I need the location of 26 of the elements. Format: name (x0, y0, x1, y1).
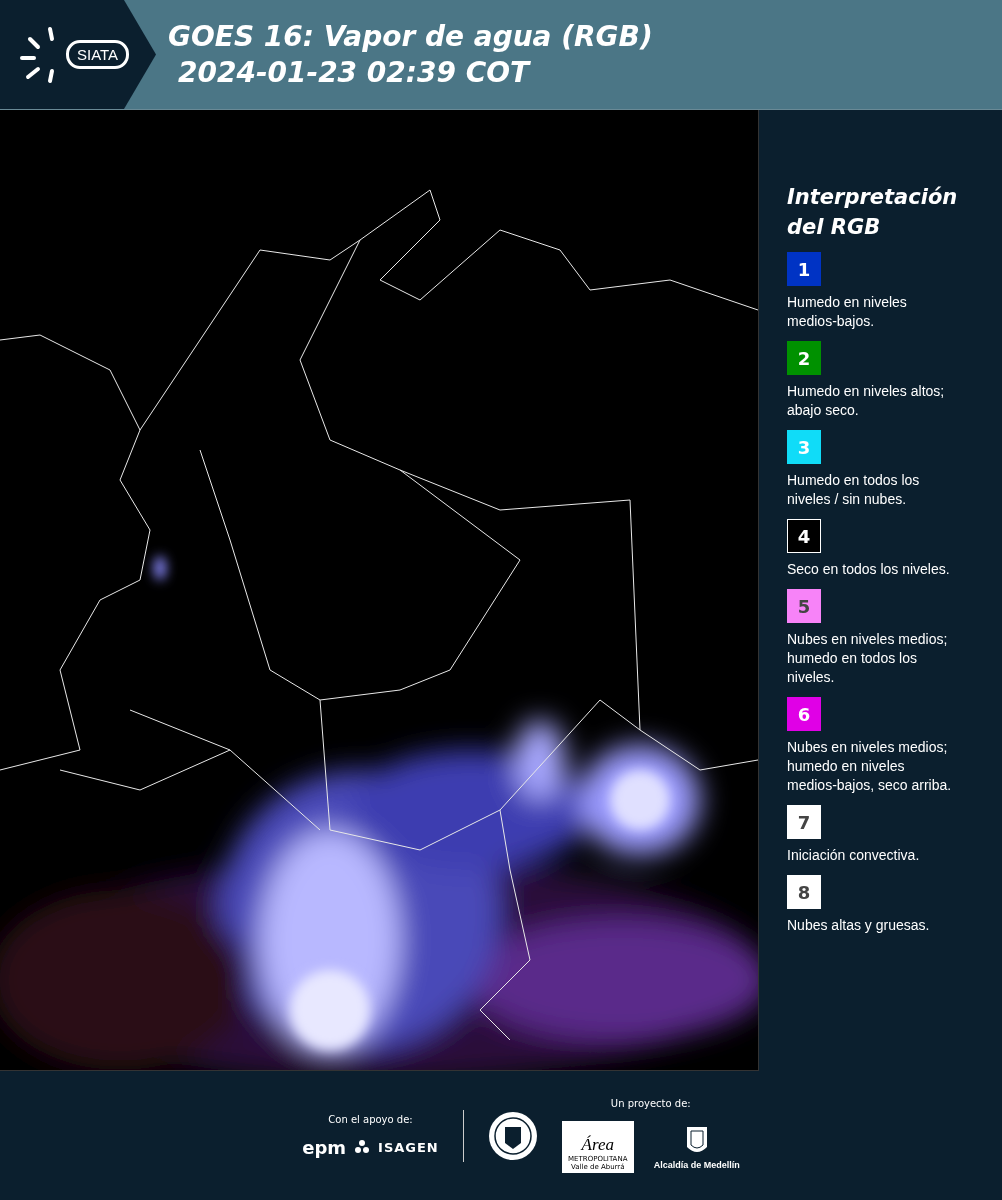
legend-swatch: 4 (787, 519, 821, 553)
legend-description: Humedo en niveles medios-bajos. (787, 293, 908, 331)
legend-description: Nubes altas y gruesas. (787, 916, 931, 935)
legend-description: Iniciación convectiva. (787, 846, 921, 865)
legend-swatch: 3 (787, 430, 821, 464)
legend-description: Humedo en todos los niveles / sin nubes. (787, 471, 921, 509)
logo-text: SIATA (66, 40, 130, 69)
legend-description: Humedo en niveles altos; abajo seco. (787, 382, 946, 420)
support-label: Con el apoyo de: (328, 1113, 413, 1125)
legend-description: Nubes en niveles medios; humedo en todos los niveles. (787, 630, 949, 687)
seal-icon (487, 1110, 538, 1161)
legend-swatch: 1 (787, 252, 821, 286)
legend-title: Interpretación del RGB (787, 184, 959, 241)
city-logo-text: Alcaldía de Medellín (653, 1159, 740, 1170)
sponsor-logo: ISAGEN (378, 1139, 439, 1155)
triskelion-icon (354, 1139, 371, 1155)
legend-swatch: 8 (787, 875, 821, 909)
legend-swatch: 7 (787, 805, 821, 839)
legend-description: Seco en todos los niveles. (787, 560, 951, 579)
sponsor-logo: epm (302, 1136, 347, 1158)
legend-description: Nubes en niveles medios; humedo en niveles medios-bajos, seco arriba. (787, 738, 953, 795)
legend-swatch: 2 (787, 341, 821, 375)
legend-swatch: 5 (787, 589, 821, 623)
project-label: Un proyecto de: (610, 1098, 691, 1109)
page-title: GOES 16: Vapor de agua (RGB) 2024-01-23 02:39 COT (168, 18, 653, 91)
legend-swatch: 6 (787, 697, 821, 731)
